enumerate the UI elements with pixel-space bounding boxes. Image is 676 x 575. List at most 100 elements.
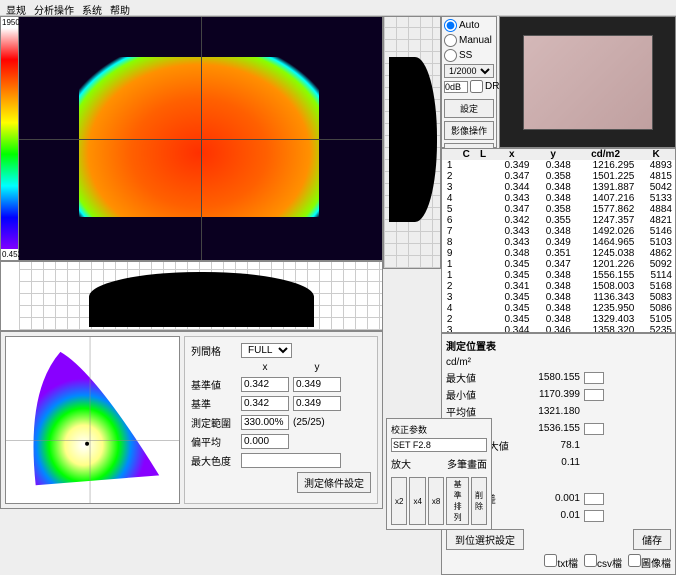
table-header: x [491,149,532,160]
menu-system[interactable]: 系统 [82,2,102,13]
dmax-color[interactable] [584,510,604,522]
stats-title: 測定位置表 [446,338,671,353]
horiz-profile-panel [0,261,383,331]
zoom-label: 放大 [391,456,411,471]
table-row[interactable]: 40.3430.3481407.2165133 [442,193,675,204]
table-header: cd/m2 [574,149,638,160]
col-x: x [241,362,289,373]
table-row[interactable]: 60.3420.3551247.3574821 [442,215,675,226]
max-label: 最大値 [446,370,516,385]
min-color[interactable] [584,389,604,401]
menu-display[interactable]: 显规 [6,2,26,13]
scale-max: 1950.934 [1,17,18,28]
menu-bar: 显规 分析操作 系统 帮助 [0,0,676,16]
table-row[interactable]: 10.3490.3481216.2954893 [442,160,675,171]
goto-button[interactable]: 到位選択設定 [446,529,524,550]
color-scale: 1950.934 0.452 [1,17,19,260]
var-label: 測定範圍 [191,415,237,430]
delete-button[interactable]: 削除 [471,477,487,525]
dcenter-value: 0.001 [520,493,580,504]
avg-value: 1321.180 [520,406,580,417]
table-row[interactable]: 80.3430.3491464.9655103 [442,237,675,248]
base-x[interactable] [241,377,289,392]
dcenter-color[interactable] [584,493,604,505]
menu-analysis[interactable]: 分析操作 [34,2,74,13]
cie-diagram[interactable] [5,336,180,504]
table-row[interactable]: 10.3450.3471201.2265092 [442,259,675,270]
min-value: 1170.399 [520,389,580,400]
table-header [442,149,457,160]
dr-check[interactable]: DR [470,80,499,93]
table-row[interactable]: 70.3430.3481492.0265146 [442,226,675,237]
dev-value: 0.11 [520,457,580,468]
avg-label: 平均値 [446,404,516,419]
base-label: 基準値 [191,377,237,392]
var-input[interactable] [241,415,289,430]
mode-select[interactable]: FULL [241,343,292,358]
arrange-button[interactable]: 基準排列 [446,477,469,525]
scale-min: 0.452 [1,249,18,260]
preview-screen [523,35,653,130]
table-row[interactable]: 20.3410.3481508.0035168 [442,281,675,292]
std-y[interactable] [293,396,341,411]
center-value: 1536.155 [520,423,580,434]
avg-label: 偏平均 [191,434,237,449]
calibration-panel: 校正参数 放大 多筆畫面 x2 x4 x8 基準排列 削除 [386,418,492,530]
table-row[interactable]: 20.3450.3481329.4035105 [442,314,675,325]
table-row[interactable]: 50.3470.3581577.8624884 [442,204,675,215]
table-row[interactable]: 40.3450.3481235.9505086 [442,303,675,314]
table-row[interactable]: 30.3450.3481136.3435083 [442,292,675,303]
camera-preview [499,16,676,148]
table-header: L [475,149,491,160]
img-check[interactable]: 圖像檔 [628,554,671,570]
table-row[interactable]: 30.3440.3481391.8875042 [442,182,675,193]
maxc-label: 最大色度 [191,453,237,468]
xy-panel: 列間格 FULL xy 基準値 基準 測定範圍(25/25) 偏平均 最大色度 … [184,336,378,504]
cond-button[interactable]: 測定條件設定 [297,472,371,493]
col-y: y [293,362,341,373]
max-color[interactable] [584,372,604,384]
table-header: K [637,149,675,160]
std-x[interactable] [241,396,289,411]
luminance-heatmap[interactable] [19,17,382,260]
ratio-value: 78.1 [520,440,580,451]
manual-radio[interactable]: Manual [444,34,494,47]
heatmap-panel: 1950.934 0.452 [0,16,383,261]
save-button[interactable]: 儲存 [633,529,671,550]
max-value: 1580.155 [520,372,580,383]
avg-input[interactable] [241,434,289,449]
base-y[interactable] [293,377,341,392]
set-button[interactable]: 設定 [444,99,494,118]
csv-check[interactable]: csv檔 [584,554,622,570]
menu-help[interactable]: 帮助 [110,2,130,13]
txt-check[interactable]: txt檔 [544,554,578,570]
center-color[interactable] [584,423,604,435]
cal-title: 校正参数 [391,423,487,436]
std-label: 基準 [191,396,237,411]
zoom-x4[interactable]: x4 [409,477,425,525]
zoom-x2[interactable]: x2 [391,477,407,525]
view-button[interactable]: 影像操作 [444,121,494,140]
vert-profile[interactable] [383,16,441,269]
horiz-profile[interactable] [19,262,382,330]
auto-radio[interactable]: Auto [444,19,494,32]
table-row[interactable]: 10.3450.3481556.1555114 [442,270,675,281]
dmax-value: 0.01 [520,510,580,521]
ss-radio[interactable]: SS [444,49,494,62]
table-row[interactable]: 20.3470.3581501.2254815 [442,171,675,182]
table-row[interactable]: 30.3440.3461358.3205235 [442,325,675,333]
cal-input[interactable] [391,438,487,452]
shutter-select[interactable]: 1/2000 [444,64,494,78]
data-table[interactable]: CLxycd/m2K10.3490.3481216.295489320.3470… [441,148,676,333]
maxc-input[interactable] [241,453,341,468]
multi-label: 多筆畫面 [447,456,487,471]
zoom-x8[interactable]: x8 [428,477,444,525]
table-header: y [532,149,573,160]
table-header: C [457,149,475,160]
corr-label: 列間格 [191,343,237,358]
var-note: (25/25) [293,417,325,428]
table-row[interactable]: 90.3480.3511245.0384862 [442,248,675,259]
db-input[interactable] [444,81,468,93]
min-label: 最小値 [446,387,516,402]
unit-label: cd/m² [446,357,671,368]
